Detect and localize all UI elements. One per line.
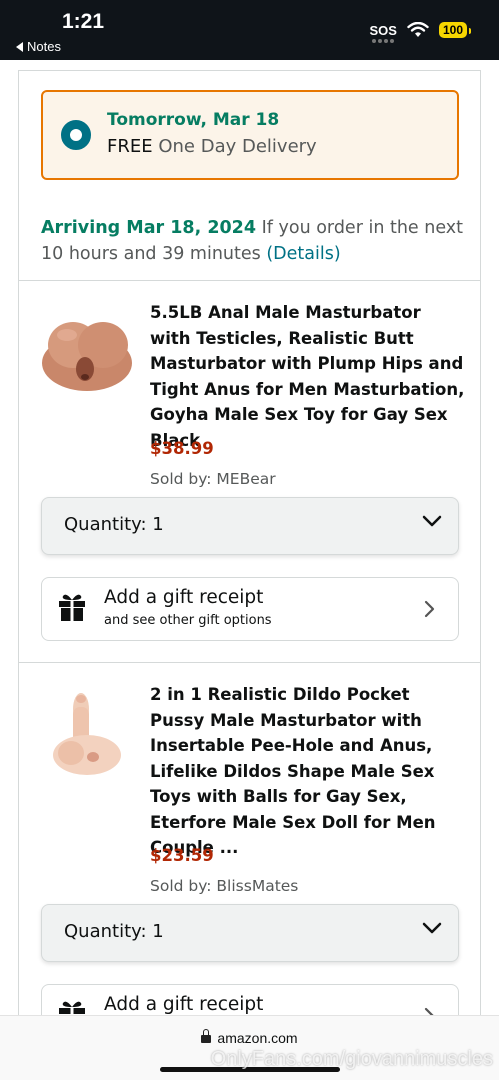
product-image[interactable]	[41, 687, 133, 779]
status-bar: 1:21 Notes SOS 100	[0, 0, 499, 60]
divider	[19, 662, 480, 663]
arriving-date: Arriving Mar 18, 2024	[41, 218, 257, 238]
chevron-right-icon	[424, 600, 435, 618]
quantity-dropdown[interactable]: Quantity: 1	[41, 497, 459, 555]
product-title[interactable]: 5.5LB Anal Male Masturbator with Testicl…	[150, 300, 465, 453]
divider	[19, 280, 480, 281]
radio-selected-icon[interactable]	[61, 120, 91, 150]
quantity-label: Quantity: 1	[64, 514, 164, 535]
gift-receipt-option[interactable]: Add a gift receipt and see other gift op…	[41, 577, 459, 641]
quantity-value: 1	[152, 514, 164, 535]
delivery-speed: One Day Delivery	[158, 136, 317, 157]
delivery-option-selected[interactable]: Tomorrow, Mar 18 FREE One Day Delivery	[41, 90, 459, 180]
back-arrow-icon	[16, 41, 23, 52]
gift-receipt-subtitle: and see other gift options	[104, 613, 272, 628]
sos-label: SOS	[369, 22, 397, 38]
quantity-text: Quantity:	[64, 514, 147, 535]
url-text: amazon.com	[217, 1030, 298, 1046]
back-label: Notes	[27, 39, 61, 54]
battery-icon: 100	[438, 22, 472, 38]
lock-icon	[201, 1029, 212, 1043]
product-image[interactable]	[41, 305, 133, 397]
gift-icon	[59, 594, 85, 621]
sos-indicator: SOS	[369, 22, 397, 43]
delivery-date: Tomorrow, Mar 18	[107, 110, 280, 130]
status-indicators: SOS 100	[369, 22, 472, 43]
product-price: $38.99	[150, 439, 214, 458]
delivery-card: Tomorrow, Mar 18 FREE One Day Delivery A…	[18, 70, 481, 1015]
quantity-value: 1	[152, 921, 164, 942]
gift-receipt-title: Add a gift receipt	[104, 587, 264, 608]
back-to-notes[interactable]: Notes	[16, 39, 61, 54]
quantity-label: Quantity: 1	[64, 921, 164, 942]
product-title[interactable]: 2 in 1 Realistic Dildo Pocket Pussy Male…	[150, 682, 465, 861]
gift-receipt-option[interactable]: Add a gift receipt	[41, 984, 459, 1015]
chevron-right-icon	[424, 1007, 434, 1015]
delivery-option-label: FREE One Day Delivery	[107, 136, 317, 157]
signal-dots-icon	[371, 38, 394, 43]
wifi-icon	[407, 22, 429, 37]
free-label: FREE	[107, 136, 153, 157]
product-seller: Sold by: BlissMates	[150, 877, 299, 895]
gift-receipt-title: Add a gift receipt	[104, 994, 264, 1015]
product-price: $23.59	[150, 846, 214, 865]
arriving-message: Arriving Mar 18, 2024 If you order in th…	[41, 215, 465, 267]
checkout-content: Tomorrow, Mar 18 FREE One Day Delivery A…	[0, 60, 499, 1015]
watermark: OnlyFans.com/giovannimuscles	[210, 1048, 493, 1070]
quantity-text: Quantity:	[64, 921, 147, 942]
details-link[interactable]: (Details)	[266, 244, 340, 264]
quantity-dropdown[interactable]: Quantity: 1	[41, 904, 459, 962]
chevron-down-icon	[422, 515, 442, 527]
gift-icon	[59, 1001, 85, 1015]
url-display[interactable]: amazon.com	[0, 1029, 499, 1046]
chevron-down-icon	[422, 922, 442, 934]
status-time: 1:21	[62, 10, 105, 33]
product-seller: Sold by: MEBear	[150, 470, 276, 488]
